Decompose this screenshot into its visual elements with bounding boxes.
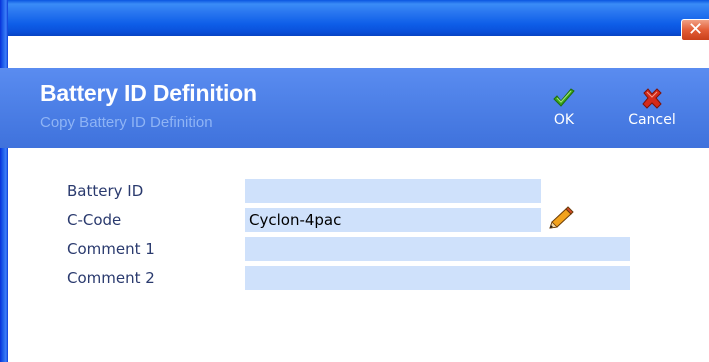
page-title: Battery ID Definition xyxy=(40,80,257,106)
ok-label: OK xyxy=(553,112,575,128)
c-code-label: C-Code xyxy=(67,211,122,229)
title-bar[interactable] xyxy=(0,0,709,36)
pencil-icon[interactable] xyxy=(546,206,576,232)
comment-1-field[interactable] xyxy=(245,237,630,261)
close-button[interactable]: ✕ xyxy=(681,19,709,41)
page-subtitle: Copy Battery ID Definition xyxy=(40,114,213,131)
cancel-button[interactable]: Cancel xyxy=(622,86,682,132)
comment-2-label: Comment 2 xyxy=(67,269,155,287)
comment-1-label: Comment 1 xyxy=(67,240,155,258)
close-icon: ✕ xyxy=(687,19,704,40)
red-x-icon xyxy=(622,86,682,112)
comment-2-field[interactable] xyxy=(245,266,630,290)
dialog-window: ✕ Battery ID Definition Copy Battery ID … xyxy=(0,0,709,362)
checkmark-icon xyxy=(534,86,594,112)
cancel-label: Cancel xyxy=(628,112,676,128)
battery-id-field[interactable] xyxy=(245,179,541,203)
window-left-border xyxy=(0,0,8,362)
battery-id-label: Battery ID xyxy=(67,182,144,200)
c-code-field[interactable] xyxy=(245,208,541,232)
ok-button[interactable]: OK xyxy=(534,86,594,132)
